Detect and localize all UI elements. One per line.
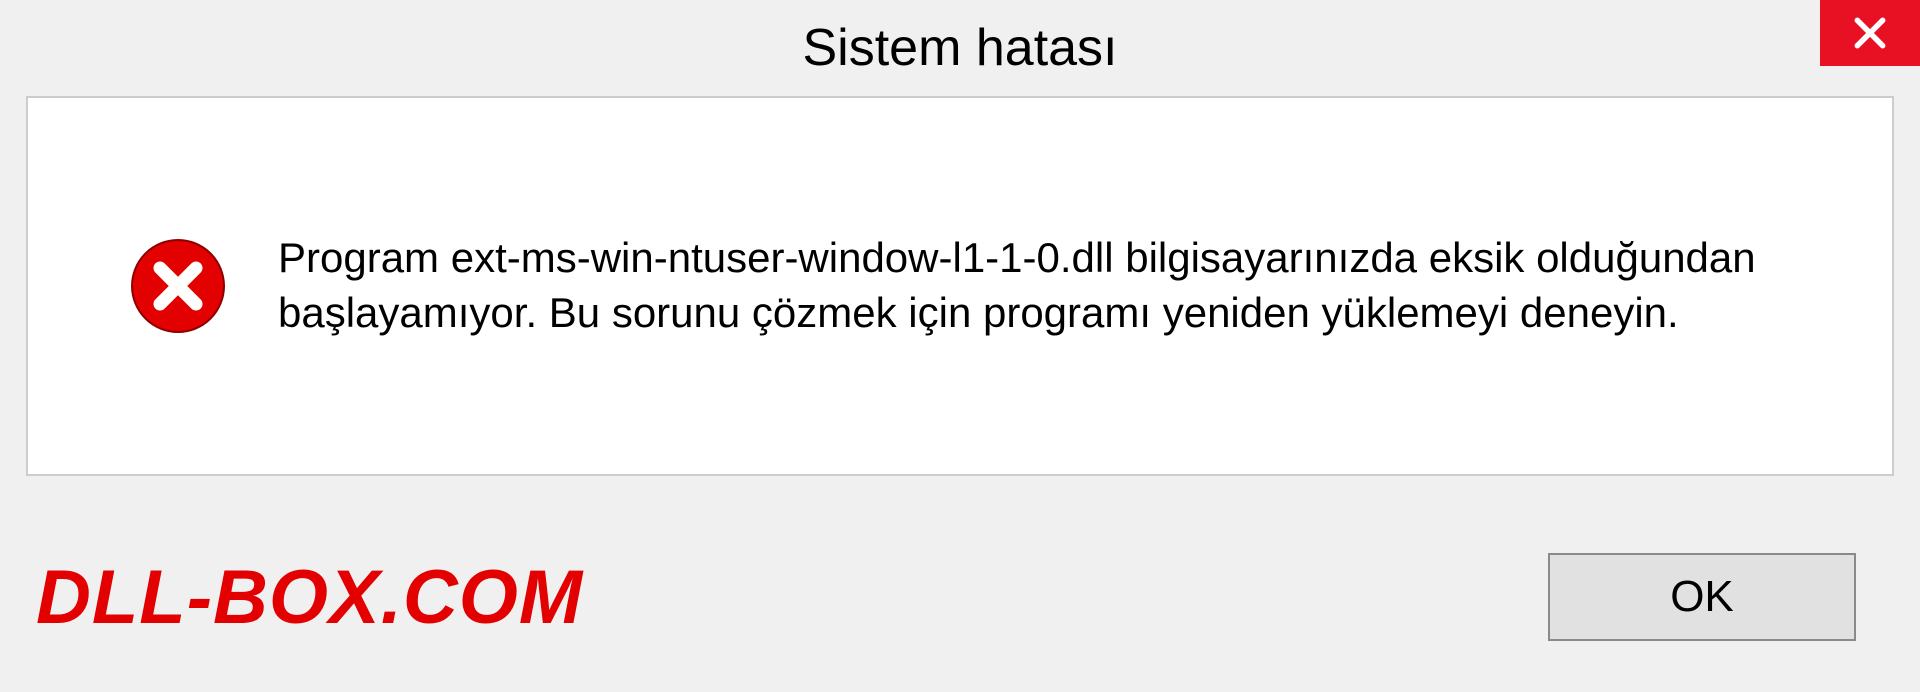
dialog-footer: DLL-BOX.COM OK [26, 502, 1894, 692]
error-dialog: Sistem hatası Program ext-ms-win-ntuser-… [0, 0, 1920, 692]
ok-button[interactable]: OK [1548, 553, 1856, 641]
dialog-title: Sistem hatası [802, 18, 1117, 78]
content-panel: Program ext-ms-win-ntuser-window-l1-1-0.… [26, 96, 1894, 476]
close-button[interactable] [1820, 0, 1920, 66]
error-message: Program ext-ms-win-ntuser-window-l1-1-0.… [278, 231, 1852, 340]
titlebar: Sistem hatası [0, 0, 1920, 96]
close-icon [1851, 14, 1889, 52]
error-icon [128, 236, 228, 336]
watermark-text: DLL-BOX.COM [36, 554, 583, 641]
